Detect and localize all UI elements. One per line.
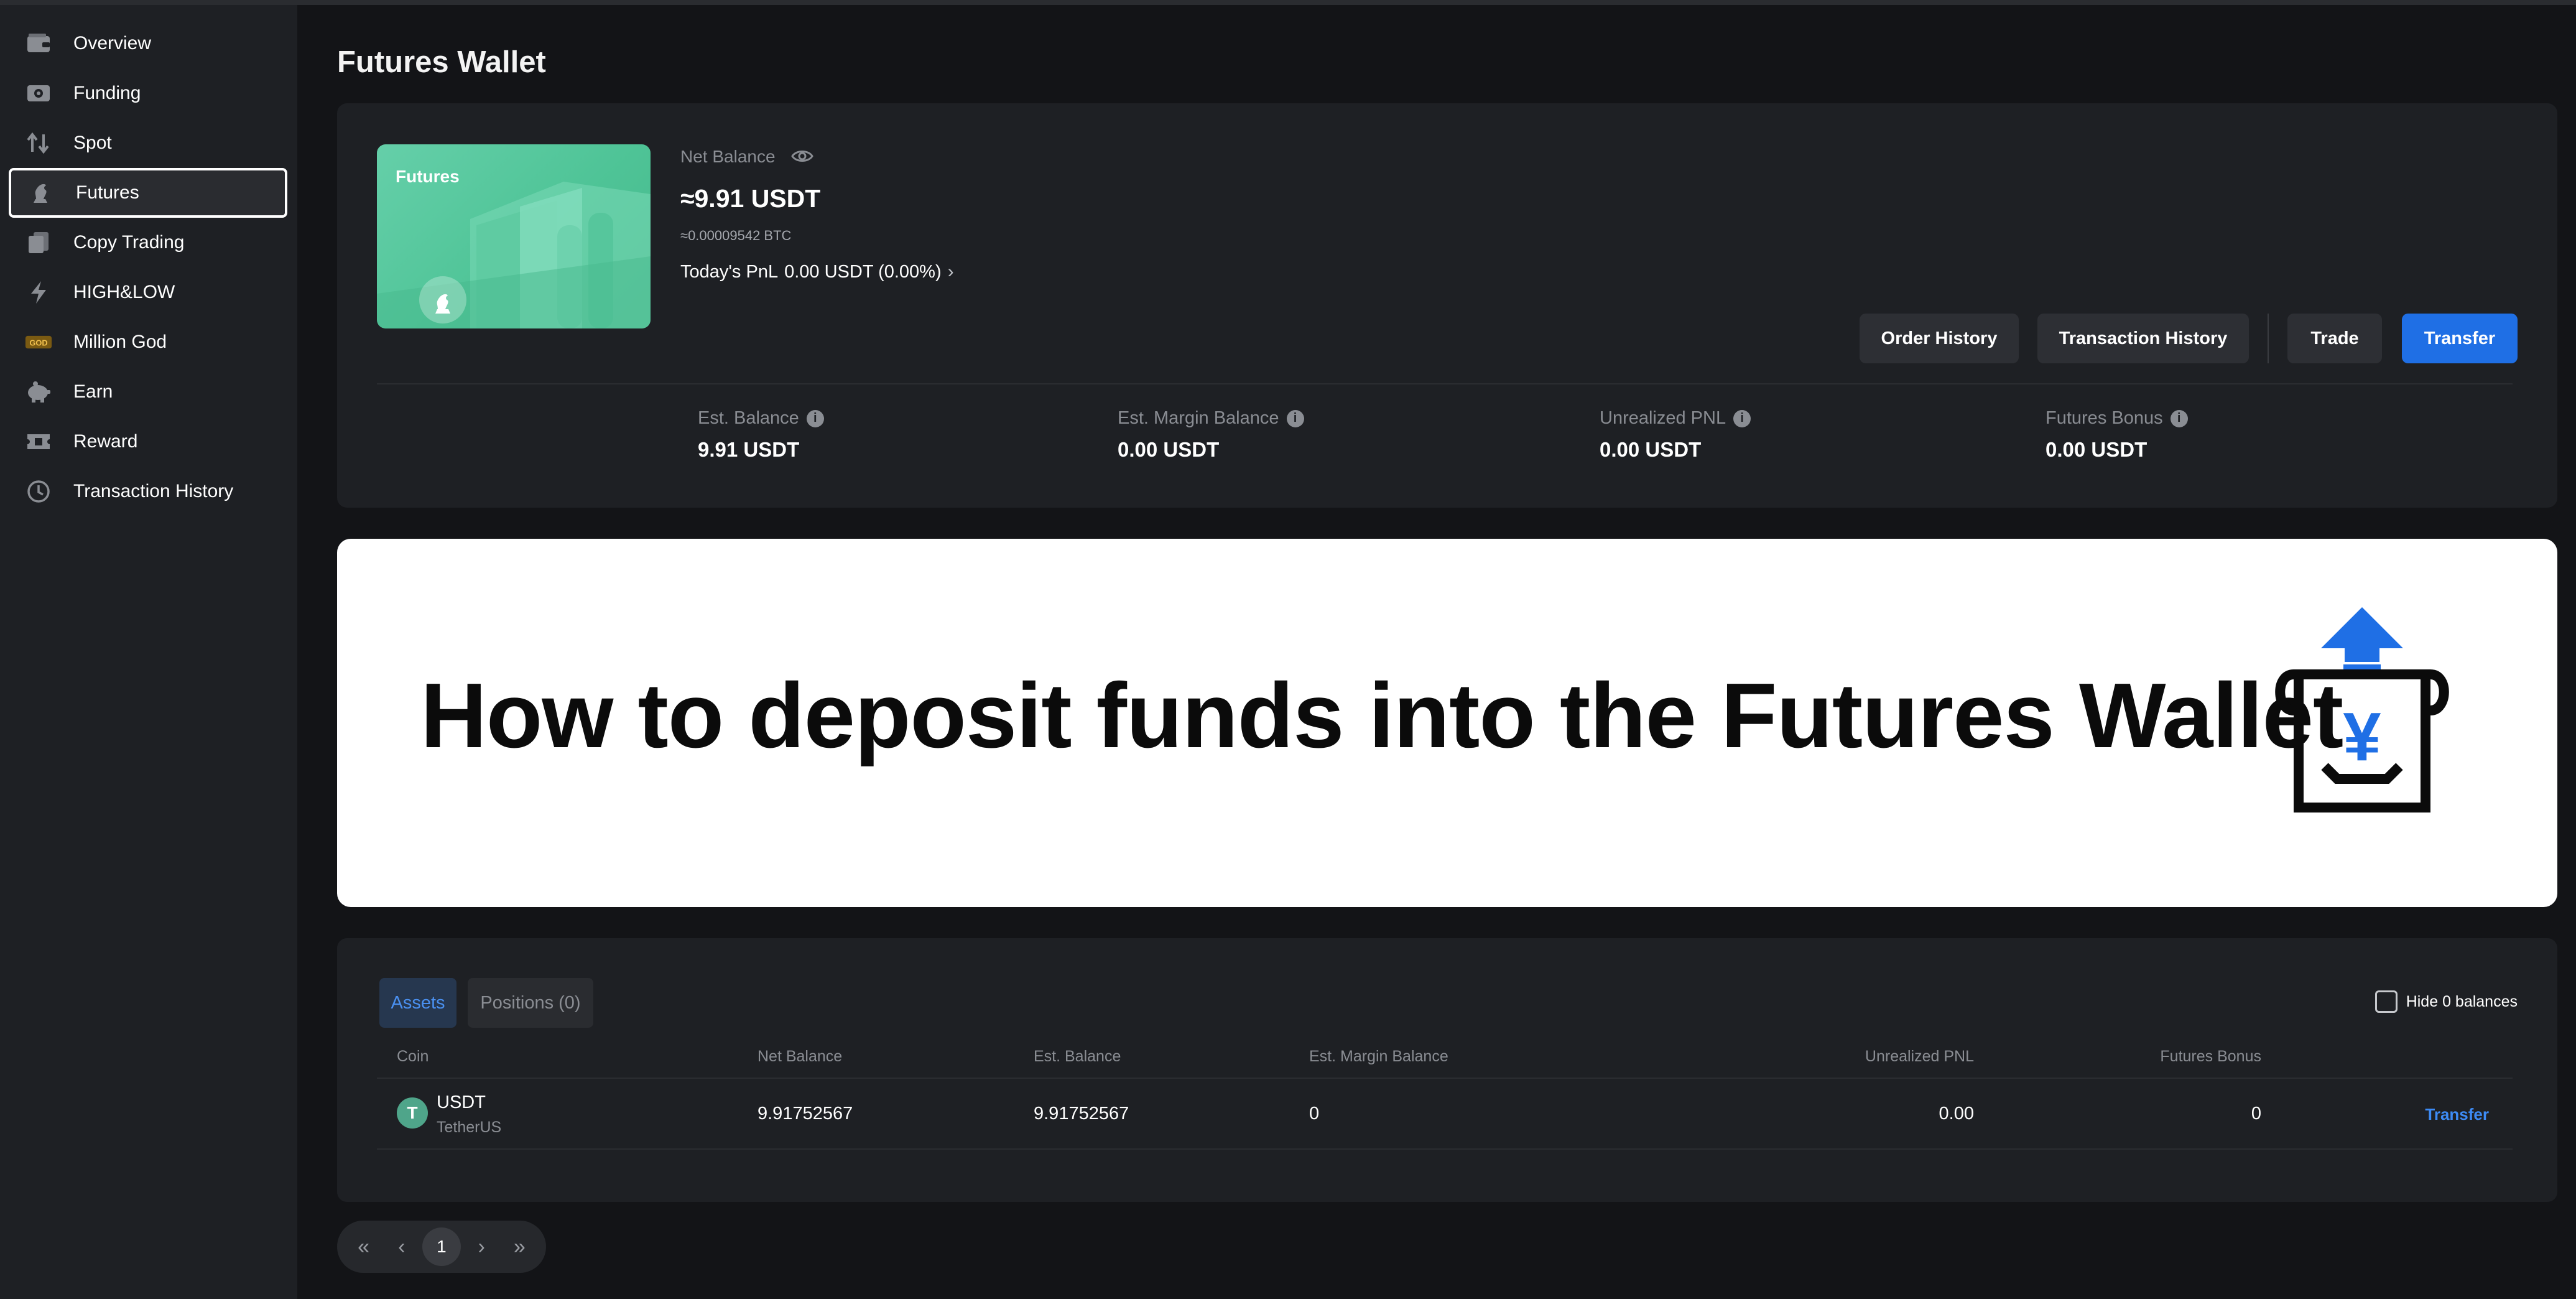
row-transfer-link[interactable]: Transfer <box>2425 1105 2489 1124</box>
sidebar-item-label: Transaction History <box>73 481 234 501</box>
coin-symbol: USDT <box>437 1092 486 1112</box>
pnl-label: Today's PnL <box>680 261 779 282</box>
column-header-futures-bonus: Futures Bonus <box>2160 1048 2261 1065</box>
pagination: « ‹ 1 › » <box>337 1221 546 1273</box>
pnl-value: 0.00 USDT (0.00%) <box>784 261 942 282</box>
net-balance-label: Net Balance <box>680 147 776 166</box>
button-divider <box>2268 314 2269 363</box>
unrealized-pnl-cell: 0.00 <box>1939 1104 1974 1124</box>
sidebar-item-copy-trading[interactable]: Copy Trading <box>9 218 287 268</box>
hide-zero-label: Hide 0 balances <box>2406 992 2518 1010</box>
sidebar-item-label: Futures <box>76 182 139 203</box>
transaction-history-button[interactable]: Transaction History <box>2037 314 2249 363</box>
column-header-net-balance: Net Balance <box>758 1048 843 1065</box>
est-balance-value: 9.91 USDT <box>698 438 800 461</box>
column-header-est-margin-balance: Est. Margin Balance <box>1309 1048 1448 1065</box>
column-header-coin: Coin <box>397 1048 429 1065</box>
deposit-guide-banner[interactable]: How to deposit funds into the Futures Wa… <box>337 539 2557 907</box>
sidebar-item-overview[interactable]: Overview <box>9 19 287 68</box>
trade-button[interactable]: Trade <box>2287 314 2382 363</box>
sidebar-item-label: Funding <box>73 83 141 103</box>
sidebar-item-label: Million God <box>73 332 167 352</box>
sidebar-item-million-god[interactable]: GOD Million God <box>9 317 287 367</box>
sidebar-item-label: Copy Trading <box>73 232 185 253</box>
net-balance-value: ≈9.91 USDT <box>680 184 821 213</box>
futures-icon <box>27 179 55 207</box>
top-strip <box>0 0 2576 5</box>
prev-page-icon[interactable]: ‹ <box>384 1235 419 1259</box>
sidebar-item-transaction-history[interactable]: Transaction History <box>9 467 287 516</box>
sidebar-item-label: Reward <box>73 431 138 452</box>
sidebar-item-label: HIGH&LOW <box>73 282 175 302</box>
usdt-coin-icon: T <box>397 1097 428 1129</box>
sidebar-item-label: Spot <box>73 133 112 153</box>
futures-card-badge-icon <box>419 276 466 324</box>
tab-positions[interactable]: Positions (0) <box>468 978 593 1028</box>
est-balance-label: Est. Balance i <box>698 408 824 429</box>
net-balance-btc: ≈0.00009542 BTC <box>680 228 792 243</box>
row-divider <box>377 1148 2513 1150</box>
est-margin-balance-cell: 0 <box>1309 1104 1320 1124</box>
spot-arrows-icon <box>25 129 52 157</box>
clock-icon <box>25 478 52 505</box>
eye-icon[interactable] <box>791 148 813 167</box>
futures-wallet-panel: Futures Net Balance ≈9.91 USDT ≈0.000095… <box>337 103 2557 508</box>
coin-full-name: TetherUS <box>437 1119 502 1136</box>
ticket-icon <box>25 428 52 455</box>
svg-text:GOD: GOD <box>29 338 47 348</box>
est-balance-cell: 9.91752567 <box>1034 1104 1129 1124</box>
page-title: Futures Wallet <box>337 45 546 79</box>
unrealized-pnl-label: Unrealized PNL i <box>1600 408 1751 429</box>
sidebar-item-spot[interactable]: Spot <box>9 118 287 168</box>
unrealized-pnl-value: 0.00 USDT <box>1600 438 1702 461</box>
sidebar-item-futures[interactable]: Futures <box>9 168 287 218</box>
transfer-button[interactable]: Transfer <box>2402 314 2518 363</box>
futures-card: Futures <box>377 144 651 328</box>
piggy-bank-icon <box>25 378 52 406</box>
hide-zero-balances-toggle[interactable]: Hide 0 balances <box>2374 990 2518 1013</box>
funding-icon <box>25 80 52 107</box>
info-icon[interactable]: i <box>1286 409 1304 427</box>
next-page-icon[interactable]: › <box>464 1235 499 1259</box>
info-icon[interactable]: i <box>1733 409 1751 427</box>
chevron-right-icon: › <box>947 261 954 282</box>
last-page-icon[interactable]: » <box>502 1235 537 1259</box>
million-god-icon: GOD <box>25 328 52 356</box>
sidebar-item-earn[interactable]: Earn <box>9 367 287 417</box>
hide-zero-checkbox[interactable] <box>2374 990 2398 1013</box>
futures-bonus-label: Futures Bonus i <box>2046 408 2188 429</box>
divider <box>377 383 2513 384</box>
net-balance-cell: 9.91752567 <box>758 1104 853 1124</box>
atm-deposit-icon: ¥ <box>2250 605 2474 819</box>
info-icon[interactable]: i <box>806 409 824 427</box>
first-page-icon[interactable]: « <box>346 1235 381 1259</box>
sidebar-item-label: Earn <box>73 381 113 402</box>
est-margin-balance-label: Est. Margin Balance i <box>1118 408 1304 429</box>
futures-bonus-cell: 0 <box>2251 1104 2261 1124</box>
sidebar-item-funding[interactable]: Funding <box>9 68 287 118</box>
sidebar: Overview Funding Spot Futures Copy Tradi… <box>0 5 297 1299</box>
tab-assets[interactable]: Assets <box>379 978 456 1028</box>
wallet-icon <box>25 30 52 57</box>
svg-text:¥: ¥ <box>2343 699 2381 775</box>
copy-trading-icon <box>25 229 52 256</box>
order-history-button[interactable]: Order History <box>1860 314 2019 363</box>
sidebar-item-reward[interactable]: Reward <box>9 417 287 467</box>
todays-pnl-link[interactable]: Today's PnL 0.00 USDT (0.00%) › <box>680 261 954 282</box>
lightning-icon <box>25 279 52 306</box>
banner-title: How to deposit funds into the Futures Wa… <box>420 664 2343 767</box>
info-icon[interactable]: i <box>2170 409 2188 427</box>
page-number-current[interactable]: 1 <box>422 1227 461 1266</box>
header-divider <box>377 1078 2513 1079</box>
assets-panel: Assets Positions (0) Hide 0 balances Coi… <box>337 938 2557 1202</box>
est-margin-balance-value: 0.00 USDT <box>1118 438 1220 461</box>
column-header-est-balance: Est. Balance <box>1034 1048 1121 1065</box>
sidebar-item-high-low[interactable]: HIGH&LOW <box>9 268 287 317</box>
futures-card-title: Futures <box>396 167 460 186</box>
sidebar-item-label: Overview <box>73 33 152 54</box>
futures-bonus-value: 0.00 USDT <box>2046 438 2147 461</box>
column-header-unrealized-pnl: Unrealized PNL <box>1865 1048 1974 1065</box>
